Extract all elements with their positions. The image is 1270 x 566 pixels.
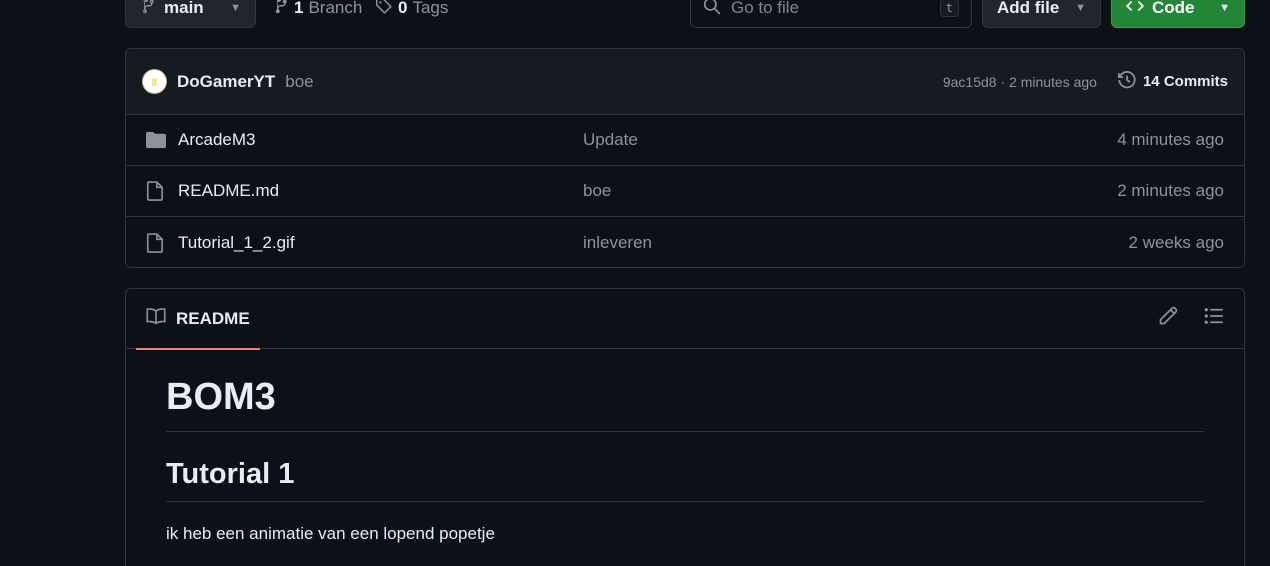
- caret-down-icon: ▼: [1075, 2, 1086, 14]
- readme-actions: [1158, 306, 1224, 331]
- file-commit-time: 2 weeks ago: [1128, 232, 1224, 252]
- readme-heading-2: Tutorial 1: [166, 432, 1204, 502]
- file-commit-time: 2 minutes ago: [1117, 181, 1224, 200]
- commits-history-link[interactable]: 14 Commits: [1117, 70, 1228, 94]
- commit-message[interactable]: boe: [285, 72, 313, 92]
- keyboard-shortcut-hint: t: [939, 0, 959, 17]
- readme-header: README: [126, 289, 1244, 350]
- file-name[interactable]: Tutorial_1_2.gif: [178, 233, 583, 253]
- file-icon: [146, 232, 168, 253]
- readme-panel: README BOM3 Tutorial 1 ik heb een animat…: [125, 288, 1245, 566]
- file-list: DoGamerYT boe 9ac15d8 · 2 minutes ago 14…: [125, 48, 1245, 268]
- branches-label: Branch: [308, 0, 363, 17]
- branches-link[interactable]: 1 Branch: [273, 0, 362, 28]
- file-commit-message[interactable]: inleveren: [583, 233, 652, 253]
- search-input[interactable]: [731, 0, 921, 18]
- code-icon: [1125, 0, 1145, 20]
- file-row[interactable]: ArcadeM3 Update 4 minutes ago: [126, 115, 1244, 166]
- file-commit-time: 4 minutes ago: [1117, 130, 1224, 149]
- avatar[interactable]: [142, 69, 167, 94]
- readme-content: BOM3 Tutorial 1 ik heb een animatie van …: [126, 349, 1244, 566]
- commit-author[interactable]: DoGamerYT: [177, 72, 275, 92]
- tab-readme[interactable]: README: [136, 289, 260, 350]
- avatar-image: [151, 77, 158, 86]
- file-row[interactable]: README.md boe 2 minutes ago: [126, 166, 1244, 217]
- go-to-file-search[interactable]: t: [690, 0, 972, 28]
- readme-heading-1: BOM3: [166, 376, 1204, 432]
- edit-pencil-icon[interactable]: [1158, 306, 1178, 331]
- git-branch-icon: [140, 0, 156, 19]
- latest-commit-bar: DoGamerYT boe 9ac15d8 · 2 minutes ago 14…: [126, 49, 1244, 115]
- branches-count: 1: [294, 0, 304, 17]
- code-label: Code: [1152, 0, 1195, 17]
- file-icon: [146, 181, 168, 201]
- file-name[interactable]: README.md: [178, 181, 583, 201]
- folder-icon: [146, 131, 168, 149]
- code-button[interactable]: Code ▼: [1111, 0, 1245, 28]
- tags-label: Tags: [412, 0, 449, 17]
- branch-name: main: [164, 0, 204, 17]
- tags-link[interactable]: 0 Tags: [375, 0, 448, 28]
- search-icon: [703, 0, 721, 20]
- caret-down-icon: ▼: [230, 2, 241, 14]
- add-file-label: Add file: [997, 0, 1060, 17]
- repo-toolbar: main ▼ 1 Branch 0 Tags t Add file: [125, 0, 1245, 28]
- tags-count: 0: [398, 0, 408, 17]
- tag-icon: [375, 0, 393, 20]
- file-name[interactable]: ArcadeM3: [178, 130, 583, 150]
- repo-page: main ▼ 1 Branch 0 Tags t Add file: [0, 0, 1270, 566]
- git-branch-icon: [273, 0, 289, 19]
- file-row[interactable]: Tutorial_1_2.gif inleveren 2 weeks ago: [126, 217, 1244, 267]
- file-commit-message[interactable]: boe: [583, 181, 611, 201]
- history-icon: [1117, 70, 1137, 94]
- commits-count-label: 14 Commits: [1142, 73, 1228, 90]
- book-icon: [146, 307, 166, 330]
- caret-down-icon: ▼: [1219, 2, 1230, 14]
- branch-selector-button[interactable]: main ▼: [125, 0, 256, 28]
- readme-tab-label: README: [176, 308, 250, 328]
- outline-list-icon[interactable]: [1204, 306, 1224, 331]
- add-file-button[interactable]: Add file ▼: [982, 0, 1101, 28]
- readme-paragraph: ik heb een animatie van een lopend popet…: [166, 524, 495, 543]
- commit-hash-time[interactable]: 9ac15d8 · 2 minutes ago: [943, 74, 1097, 90]
- file-commit-message[interactable]: Update: [583, 130, 638, 150]
